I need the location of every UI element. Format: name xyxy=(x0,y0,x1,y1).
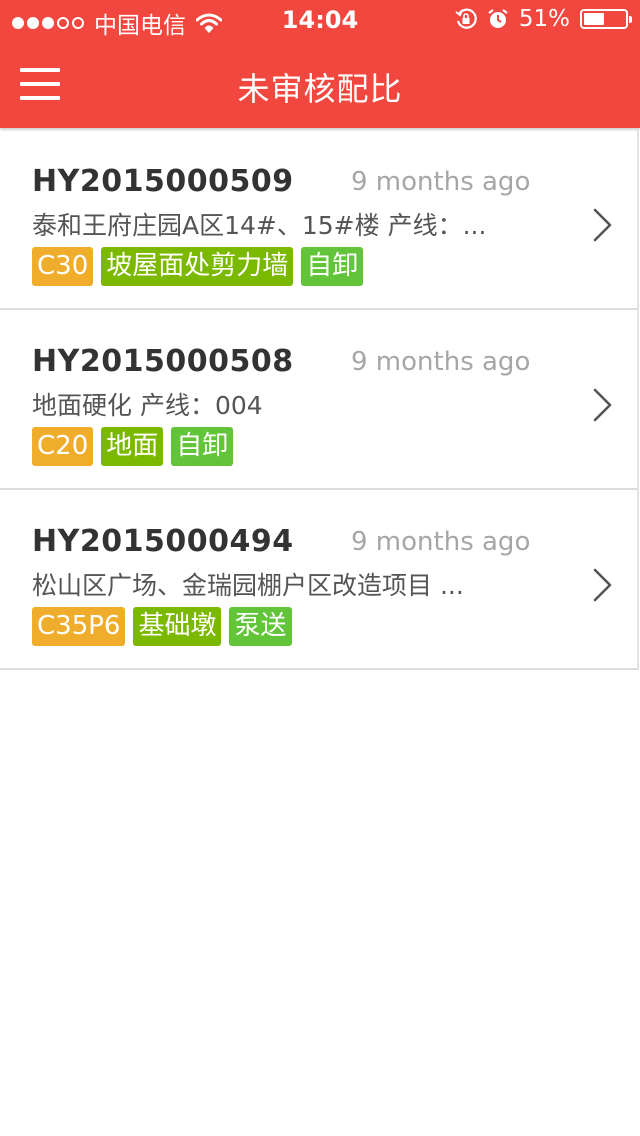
alarm-icon xyxy=(488,9,508,28)
chevron-right-icon xyxy=(593,568,612,602)
mix-code: HY2015000509 xyxy=(32,164,294,199)
project-description: 地面硬化 产线：004 xyxy=(32,391,263,420)
rotation-lock-icon xyxy=(455,8,477,29)
grade-tag: C35P6 xyxy=(32,607,126,646)
page-title: 未审核配比 xyxy=(237,70,403,108)
relative-time: 9 months ago xyxy=(351,527,531,557)
relative-time: 9 months ago xyxy=(351,347,531,377)
method-tag: 自卸 xyxy=(171,427,234,466)
method-tag: 自卸 xyxy=(301,247,364,286)
grade-tag: C30 xyxy=(32,247,94,286)
list-item[interactable]: HY2015000508 9 months ago 地面硬化 产线：004 C2… xyxy=(0,310,637,490)
grade-tag: C20 xyxy=(32,427,94,466)
project-description: 泰和王府庄园A区14#、15#楼 产线：... xyxy=(32,211,487,240)
relative-time: 9 months ago xyxy=(351,167,531,197)
project-description: 松山区广场、金瑞园棚户区改造项目 ... xyxy=(32,571,464,600)
list-item[interactable]: HY2015000509 9 months ago 泰和王府庄园A区14#、15… xyxy=(0,130,637,310)
status-right: 51% xyxy=(455,6,632,32)
battery-level-fill xyxy=(584,13,605,25)
tag-group: C35P6 基础墩 泵送 xyxy=(32,607,292,646)
mix-ratio-list: HY2015000509 9 months ago 泰和王府庄园A区14#、15… xyxy=(0,130,639,670)
tag-group: C30 坡屋面处剪力墙 自卸 xyxy=(32,247,364,286)
mix-code: HY2015000494 xyxy=(32,524,294,559)
tag-group: C20 地面 自卸 xyxy=(32,427,234,466)
mix-code: HY2015000508 xyxy=(32,344,294,379)
chevron-right-icon xyxy=(593,388,612,422)
status-bar: 中国电信 14:04 51% xyxy=(0,0,640,40)
part-tag: 基础墩 xyxy=(133,607,222,646)
part-tag: 地面 xyxy=(101,427,164,466)
battery-icon xyxy=(580,9,632,29)
list-item[interactable]: HY2015000494 9 months ago 松山区广场、金瑞园棚户区改造… xyxy=(0,490,637,670)
method-tag: 泵送 xyxy=(229,607,292,646)
screen: 中国电信 14:04 51% 未审核配比 HY2015000509 9 mont… xyxy=(0,0,640,1136)
chevron-right-icon xyxy=(593,208,612,242)
battery-percent: 51% xyxy=(518,6,570,32)
header: 中国电信 14:04 51% 未审核配比 xyxy=(0,0,640,128)
nav-bar: 未审核配比 xyxy=(0,40,640,128)
part-tag: 坡屋面处剪力墙 xyxy=(101,247,294,286)
